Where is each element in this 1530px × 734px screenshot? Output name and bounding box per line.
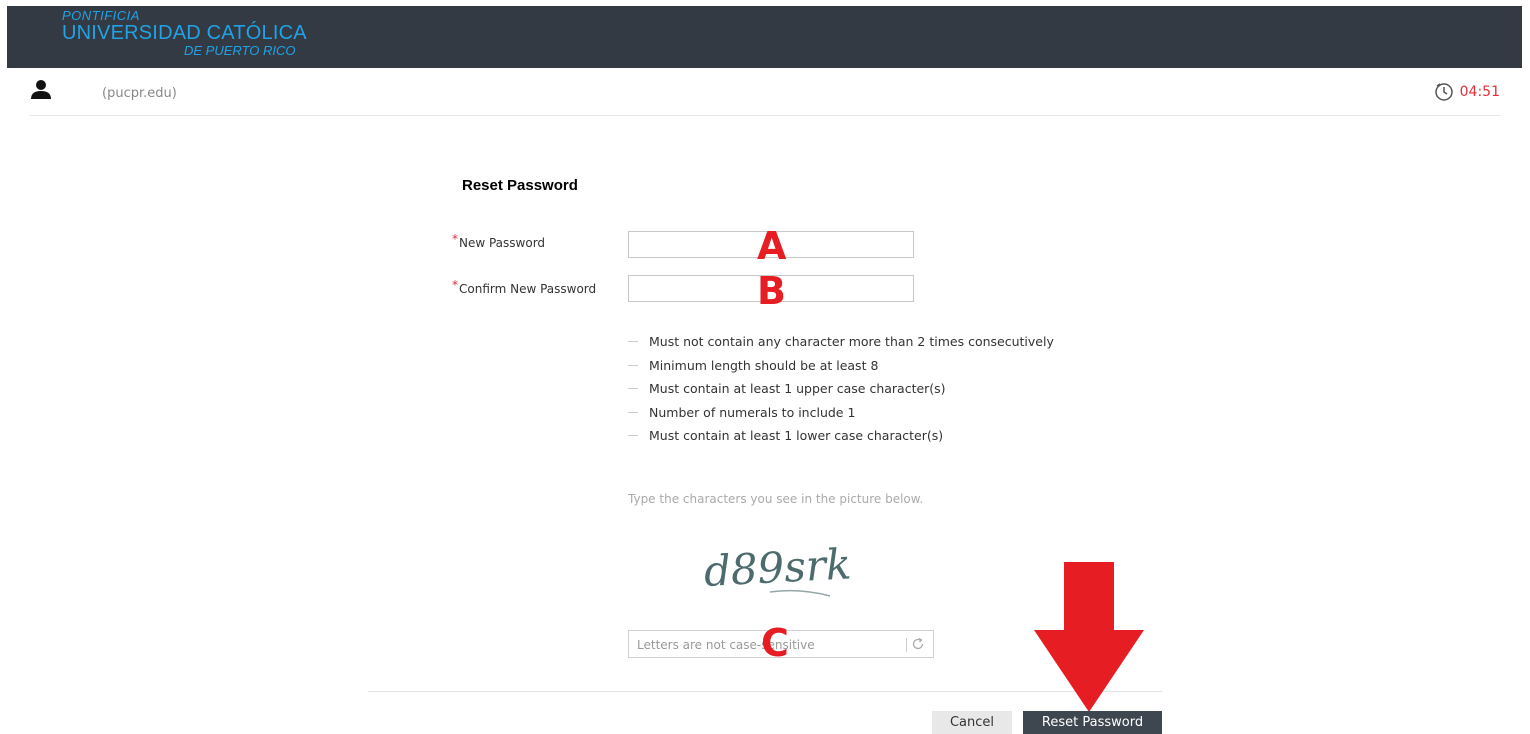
- captcha-hint: Type the characters you see in the pictu…: [628, 492, 924, 506]
- password-rule-text: Must contain at least 1 upper case chara…: [649, 381, 946, 397]
- captcha-image: d89srk: [703, 540, 853, 597]
- password-rule-text: Number of numerals to include 1: [649, 404, 856, 420]
- header-bar: PONTIFICIA UNIVERSIDAD CATÓLICA DE PUERT…: [7, 6, 1522, 68]
- logo-line-universidad: UNIVERSIDAD CATÓLICA: [62, 22, 307, 44]
- password-rule: Minimum length should be at least 8: [628, 354, 1054, 378]
- password-rule-text: Must contain at least 1 lower case chara…: [649, 428, 944, 444]
- annotation-marker-a: A: [757, 224, 787, 268]
- dash-icon: [628, 411, 638, 413]
- password-rule: Must contain at least 1 lower case chara…: [628, 424, 1054, 448]
- user-domain: (pucpr.edu): [102, 86, 177, 101]
- arrow-down-icon: [1034, 562, 1144, 712]
- required-mark: *: [452, 232, 458, 246]
- annotation-marker-b: B: [757, 269, 786, 313]
- cancel-button[interactable]: Cancel: [932, 711, 1012, 734]
- new-password-label-text: New Password: [459, 236, 546, 250]
- password-rule: Number of numerals to include 1: [628, 401, 1054, 425]
- reset-password-button[interactable]: Reset Password: [1023, 711, 1162, 734]
- password-rules-list: Must not contain any character more than…: [628, 330, 1054, 448]
- annotation-marker-c: C: [761, 621, 789, 665]
- refresh-icon[interactable]: [911, 637, 925, 651]
- dash-icon: [628, 341, 638, 343]
- dash-icon: [628, 435, 638, 437]
- clock-icon: [1434, 83, 1453, 101]
- session-timer: 04:51: [1434, 82, 1500, 102]
- dash-icon: [628, 364, 638, 366]
- logo-line-pontificia: PONTIFICIA: [62, 8, 140, 23]
- confirm-password-label: *Confirm New Password: [452, 278, 597, 296]
- user-bar: (pucpr.edu) 04:51: [30, 76, 1500, 116]
- new-password-label: *New Password: [452, 232, 546, 250]
- password-rule-text: Must not contain any character more than…: [649, 334, 1054, 350]
- user-icon: [31, 80, 51, 99]
- logo-line-puerto-rico: DE PUERTO RICO: [184, 43, 296, 58]
- password-rule: Must contain at least 1 upper case chara…: [628, 377, 1054, 401]
- svg-text:d89srk: d89srk: [703, 540, 853, 596]
- password-rule: Must not contain any character more than…: [628, 330, 1054, 354]
- university-logo: PONTIFICIA UNIVERSIDAD CATÓLICA DE PUERT…: [62, 8, 307, 58]
- password-rule-text: Minimum length should be at least 8: [649, 357, 879, 373]
- timer-value: 04:51: [1459, 84, 1500, 100]
- dash-icon: [628, 388, 638, 390]
- required-mark: *: [452, 278, 458, 292]
- page-title: Reset Password: [462, 177, 578, 194]
- confirm-password-label-text: Confirm New Password: [459, 282, 597, 296]
- input-separator: [906, 638, 907, 652]
